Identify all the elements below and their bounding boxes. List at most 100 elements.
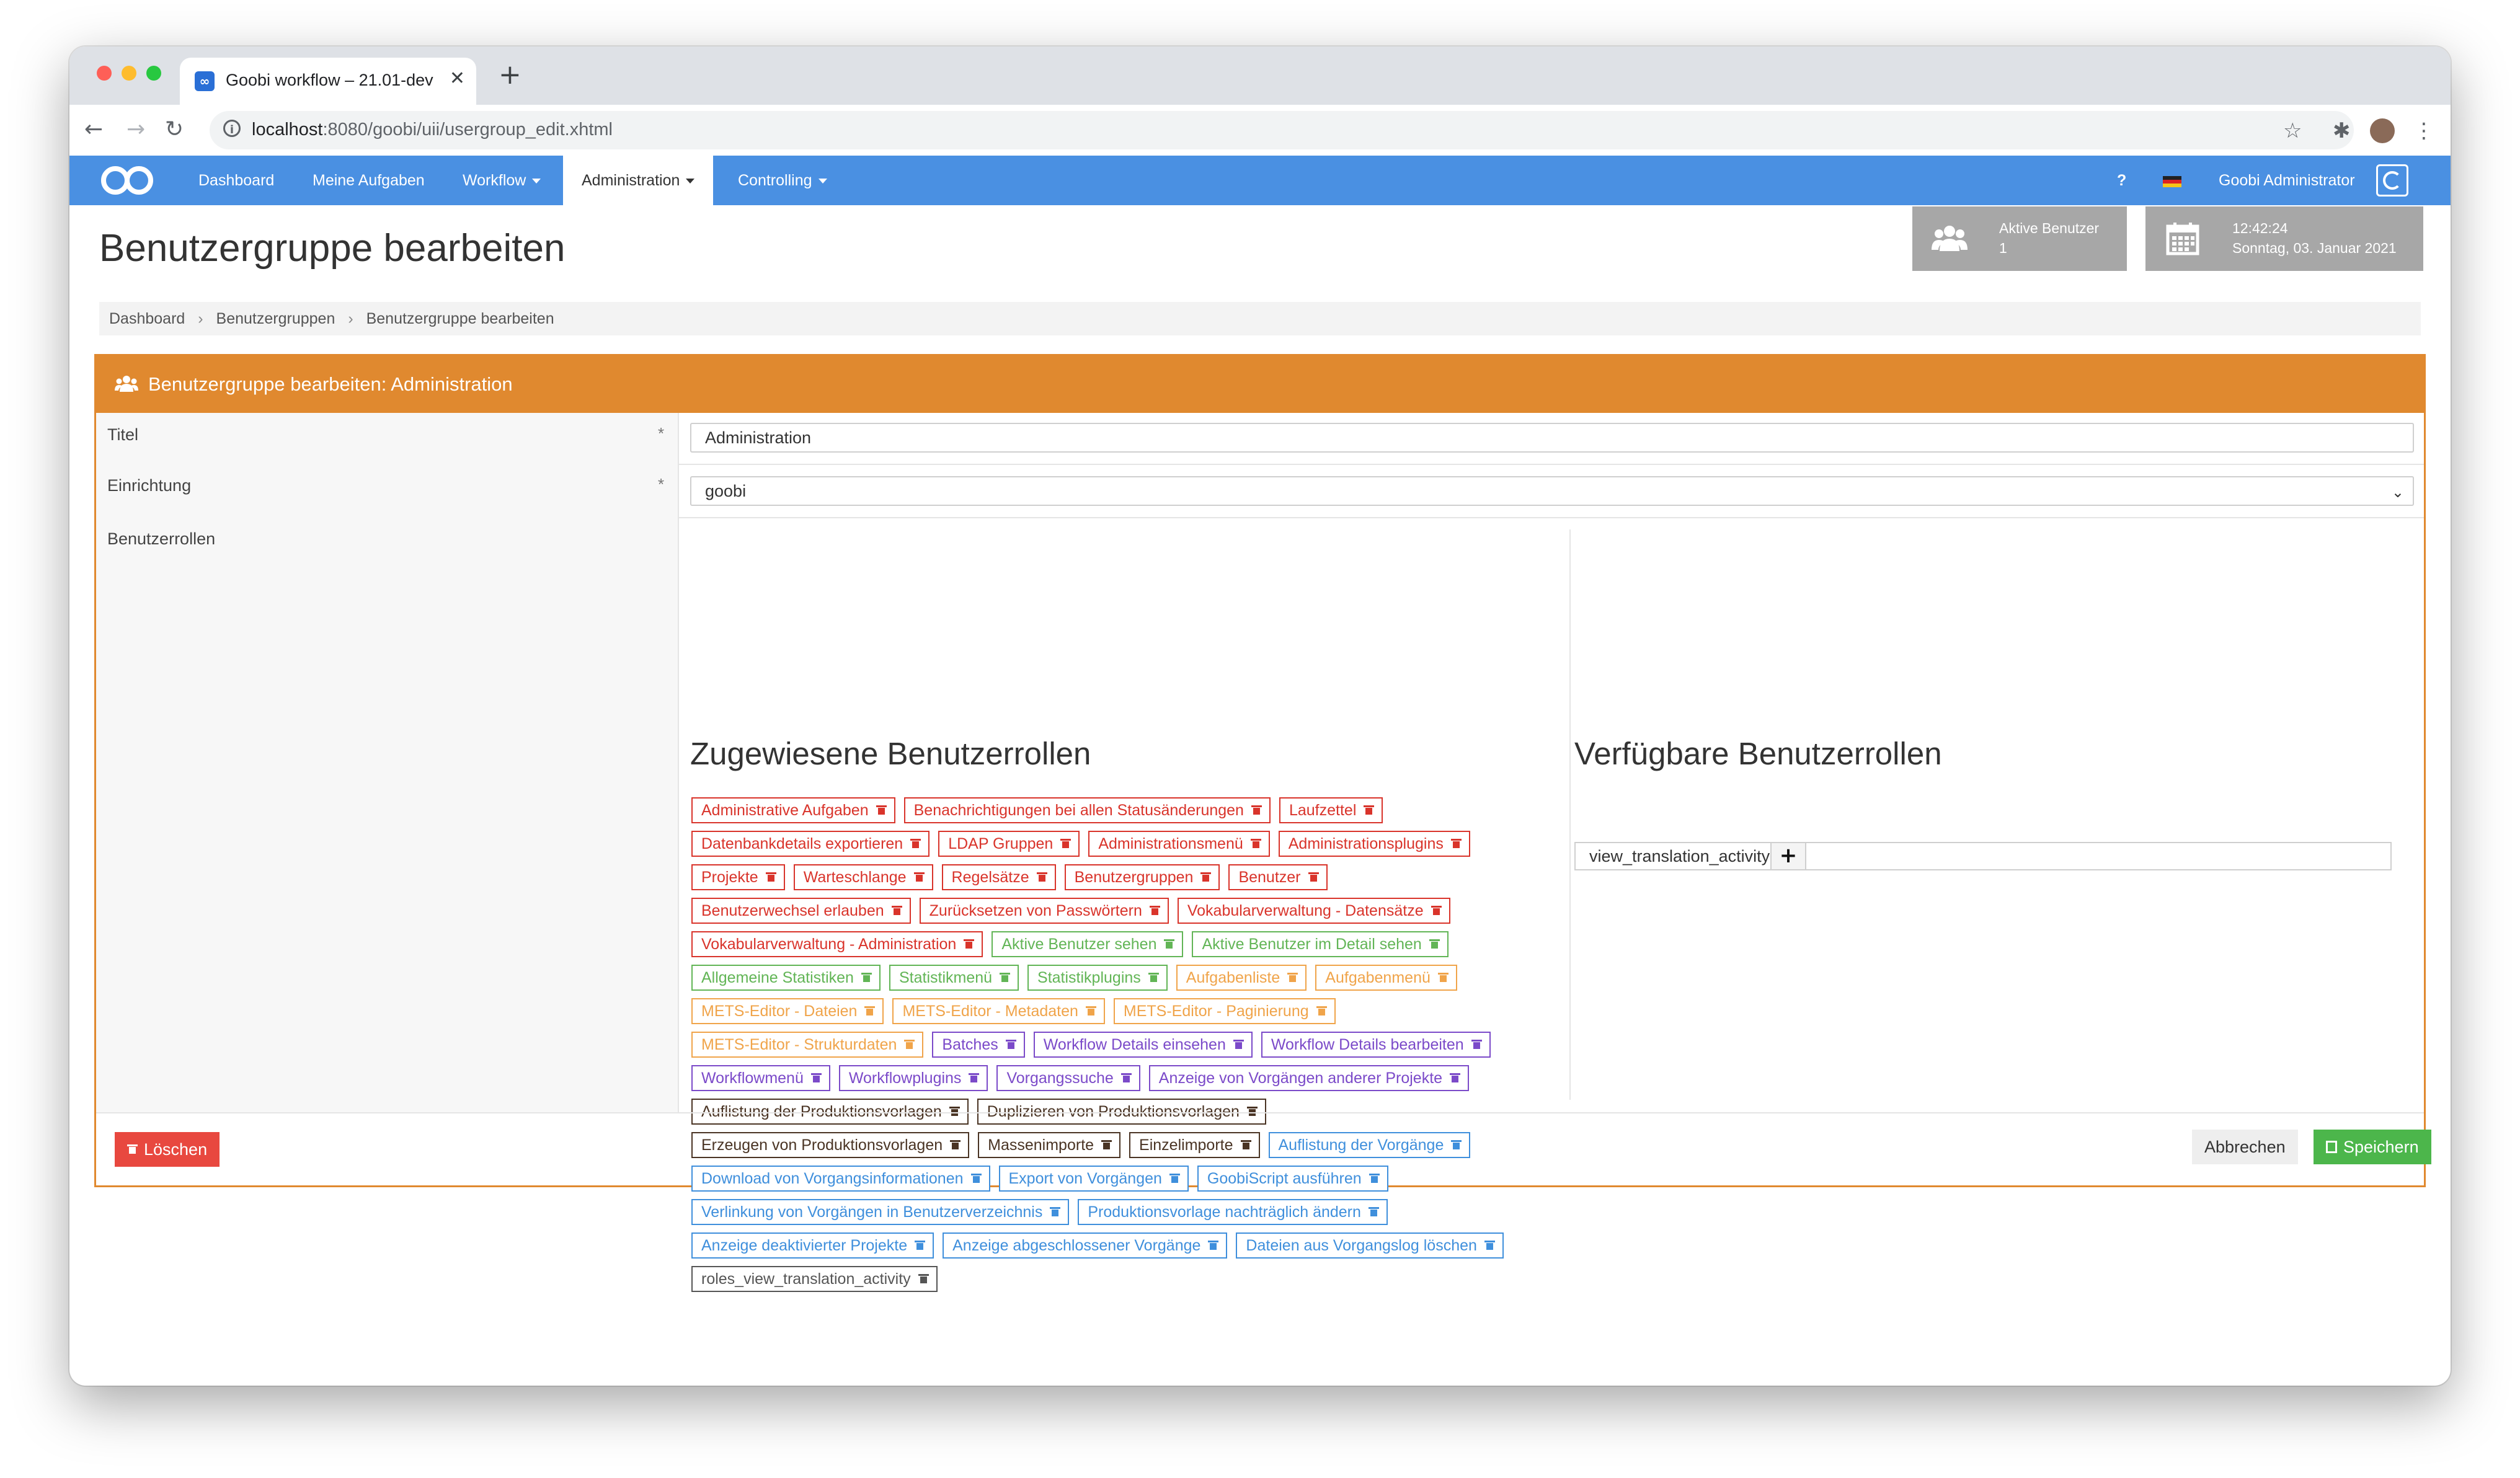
role-tag[interactable]: Batches: [932, 1032, 1025, 1058]
trash-icon[interactable]: [1450, 1073, 1461, 1082]
nav-item-meine-aufgaben[interactable]: Meine Aufgaben: [313, 156, 425, 205]
trash-icon[interactable]: [1364, 805, 1375, 815]
nav-item-dashboard[interactable]: Dashboard: [198, 156, 274, 205]
trash-icon[interactable]: [964, 939, 975, 949]
trash-icon[interactable]: [1437, 972, 1449, 982]
trash-icon[interactable]: [1484, 1240, 1495, 1250]
user-avatar-icon[interactable]: [2376, 164, 2408, 197]
trash-icon[interactable]: [810, 1073, 822, 1082]
role-tag[interactable]: Statistikmenü: [889, 965, 1019, 991]
maximize-window-button[interactable]: [146, 66, 161, 81]
add-role-button[interactable]: +: [1770, 842, 1806, 870]
trash-icon[interactable]: [1450, 838, 1462, 848]
trash-icon[interactable]: [861, 972, 872, 982]
trash-icon[interactable]: [918, 1273, 929, 1283]
role-tag[interactable]: Laufzettel: [1279, 797, 1383, 823]
role-tag[interactable]: Produktionsvorlage nachträglich ändern: [1078, 1199, 1388, 1225]
role-tag[interactable]: LDAP Gruppen: [938, 831, 1080, 857]
available-role-select[interactable]: view_translation_activity: [1574, 842, 2392, 870]
trash-icon[interactable]: [1060, 838, 1071, 848]
trash-icon[interactable]: [891, 905, 902, 915]
profile-avatar-icon[interactable]: [2370, 118, 2395, 143]
role-tag[interactable]: Workflow Details einsehen: [1033, 1032, 1253, 1058]
nav-item-workflow[interactable]: Workflow: [463, 156, 541, 205]
trash-icon[interactable]: [1233, 1039, 1244, 1049]
trash-icon[interactable]: [1429, 939, 1440, 949]
role-tag[interactable]: Verlinkung von Vorgängen in Benutzerverz…: [691, 1199, 1070, 1225]
back-arrow-icon[interactable]: ←: [84, 113, 103, 146]
help-button[interactable]: ?: [2117, 156, 2126, 205]
cancel-button[interactable]: Abbrechen: [2192, 1130, 2298, 1164]
trash-icon[interactable]: [910, 838, 921, 848]
role-tag[interactable]: METS-Editor - Metadaten: [892, 998, 1105, 1024]
trash-icon[interactable]: [1164, 939, 1175, 949]
role-tag[interactable]: Warteschlange: [793, 864, 933, 890]
user-menu[interactable]: Goobi Administrator: [2219, 156, 2355, 205]
forward-arrow-icon[interactable]: →: [126, 113, 145, 146]
delete-button[interactable]: Löschen: [115, 1132, 220, 1167]
breadcrumb-benutzergruppen[interactable]: Benutzergruppen: [216, 302, 335, 335]
trash-icon[interactable]: [915, 1240, 926, 1250]
minimize-window-button[interactable]: [122, 66, 136, 81]
address-bar[interactable]: i localhost:8080/goobi/uii/usergroup_edi…: [210, 111, 2354, 149]
bookmark-star-icon[interactable]: ☆: [2283, 118, 2302, 143]
role-tag[interactable]: Vorgangssuche: [996, 1065, 1140, 1091]
close-window-button[interactable]: [97, 66, 112, 81]
trash-icon[interactable]: [1287, 972, 1298, 982]
browser-menu-icon[interactable]: ⋮: [2413, 118, 2434, 143]
role-tag[interactable]: METS-Editor - Paginierung: [1113, 998, 1336, 1024]
trash-icon[interactable]: [1000, 972, 1011, 982]
role-tag[interactable]: Workflow Details bearbeiten: [1261, 1032, 1491, 1058]
trash-icon[interactable]: [913, 872, 925, 882]
trash-icon[interactable]: [1005, 1039, 1016, 1049]
breadcrumb-dashboard[interactable]: Dashboard: [109, 302, 185, 335]
trash-icon[interactable]: [1200, 872, 1212, 882]
role-tag[interactable]: METS-Editor - Strukturdaten: [691, 1032, 924, 1058]
role-tag[interactable]: Vokabularverwaltung - Datensätze: [1177, 898, 1450, 924]
tab-close-icon[interactable]: ✕: [450, 68, 465, 90]
role-tag[interactable]: Zurücksetzen von Passwörtern: [919, 898, 1169, 924]
role-tag[interactable]: Workflowmenü: [691, 1065, 830, 1091]
role-tag[interactable]: Administrative Aufgaben: [691, 797, 895, 823]
trash-icon[interactable]: [1149, 905, 1160, 915]
trash-icon[interactable]: [1471, 1039, 1482, 1049]
role-tag[interactable]: METS-Editor - Dateien: [691, 998, 884, 1024]
role-tag[interactable]: Projekte: [691, 864, 785, 890]
trash-icon[interactable]: [1120, 1073, 1132, 1082]
trash-icon[interactable]: [876, 805, 887, 815]
role-tag[interactable]: Anzeige deaktivierter Projekte: [691, 1232, 934, 1259]
site-info-icon[interactable]: i: [223, 120, 241, 137]
new-tab-button[interactable]: +: [499, 60, 521, 90]
save-button[interactable]: Speichern: [2314, 1130, 2431, 1164]
role-tag[interactable]: Statistikplugins: [1027, 965, 1168, 991]
trash-icon[interactable]: [864, 1006, 876, 1016]
trash-icon[interactable]: [1050, 1206, 1061, 1216]
role-tag[interactable]: Workflowplugins: [838, 1065, 988, 1091]
role-tag[interactable]: Administrationsplugins: [1278, 831, 1470, 857]
trash-icon[interactable]: [765, 872, 776, 882]
role-tag[interactable]: Dateien aus Vorgangslog löschen: [1236, 1232, 1504, 1259]
active-users-widget[interactable]: Aktive Benutzer 1: [1912, 206, 2127, 271]
role-tag[interactable]: Anzeige von Vorgängen anderer Projekte: [1148, 1065, 1470, 1091]
nav-item-administration[interactable]: Administration: [563, 156, 714, 205]
role-tag[interactable]: roles_view_translation_activity: [691, 1266, 938, 1292]
nav-item-controlling[interactable]: Controlling: [738, 156, 827, 205]
reload-icon[interactable]: ↻: [165, 113, 184, 146]
role-tag[interactable]: Allgemeine Statistiken: [691, 965, 881, 991]
role-tag[interactable]: Benachrichtigungen bei allen Statusänder…: [903, 797, 1271, 823]
trash-icon[interactable]: [1368, 1206, 1379, 1216]
role-tag[interactable]: Datenbankdetails exportieren: [691, 831, 930, 857]
role-tag[interactable]: Benutzer: [1228, 864, 1328, 890]
role-tag[interactable]: Anzeige abgeschlossener Vorgänge: [943, 1232, 1228, 1259]
role-tag[interactable]: Administrationsmenü: [1088, 831, 1270, 857]
trash-icon[interactable]: [1148, 972, 1159, 982]
browser-tab[interactable]: ∞ Goobi workflow – 21.01-dev ✕: [180, 58, 476, 105]
trash-icon[interactable]: [1431, 905, 1442, 915]
role-tag[interactable]: Benutzerwechsel erlauben: [691, 898, 911, 924]
role-tag[interactable]: Regelsätze: [941, 864, 1056, 890]
institution-select[interactable]: goobi ⌄: [690, 476, 2414, 506]
trash-icon[interactable]: [1036, 872, 1047, 882]
trash-icon[interactable]: [1208, 1240, 1219, 1250]
role-tag[interactable]: Aufgabenmenü: [1315, 965, 1457, 991]
goobi-logo-icon[interactable]: [99, 164, 155, 197]
